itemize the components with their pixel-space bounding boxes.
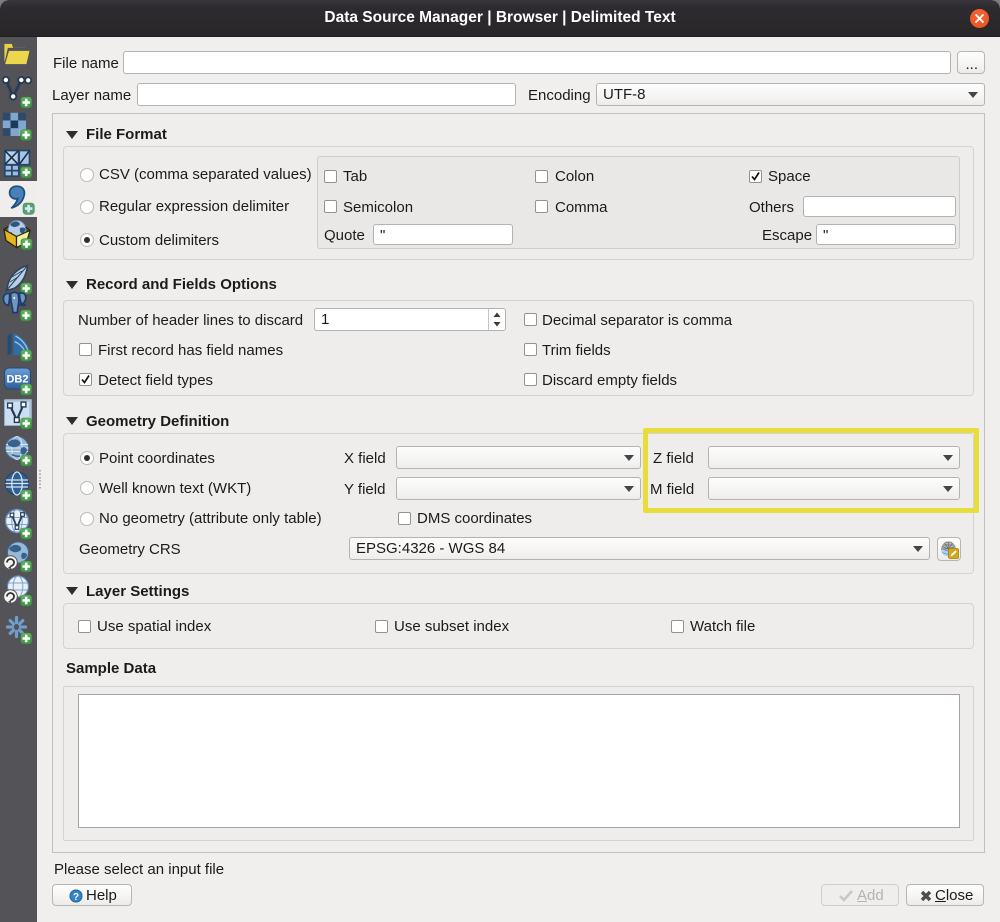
svg-text:?: ?	[73, 892, 79, 903]
